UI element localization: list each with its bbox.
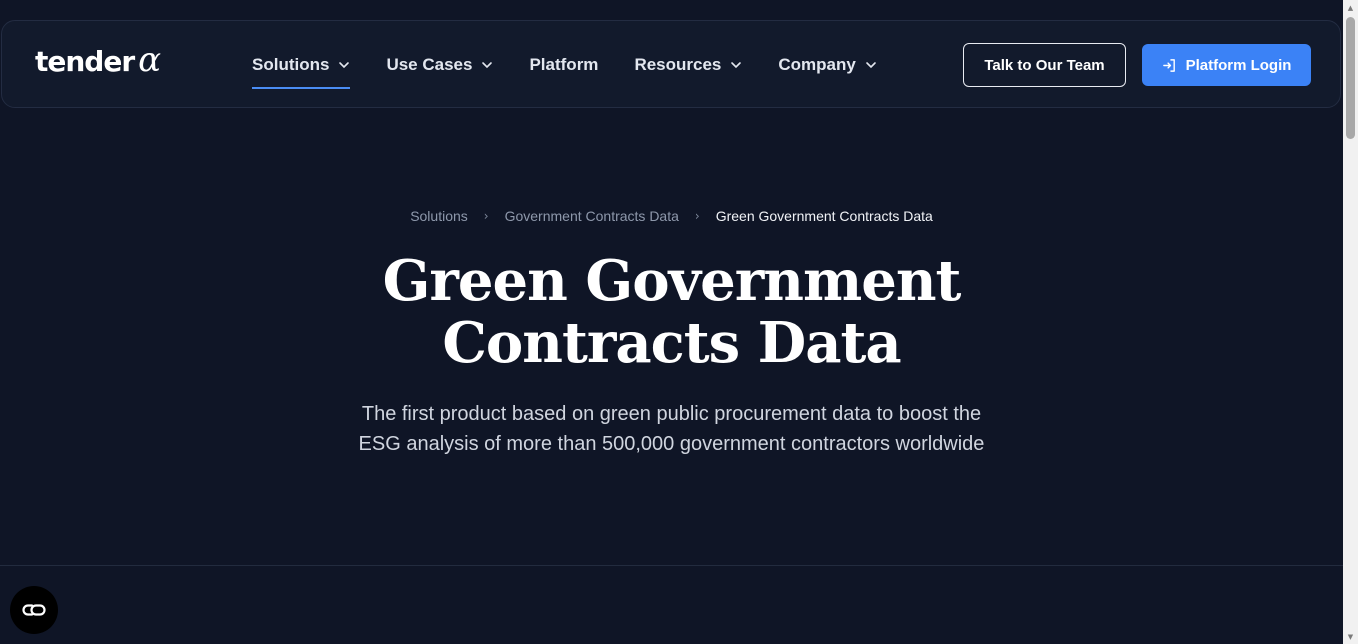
chevron-right-icon: › — [483, 209, 489, 223]
chevron-right-icon: › — [694, 209, 700, 223]
login-arrow-icon — [1162, 58, 1175, 72]
breadcrumb-item-government-contracts[interactable]: Government Contracts Data — [505, 208, 679, 224]
nav-item-company[interactable]: Company — [778, 21, 876, 109]
section-divider — [0, 565, 1343, 566]
nav-item-label: Solutions — [252, 55, 330, 74]
scroll-up-arrow-icon[interactable]: ▲ — [1343, 0, 1358, 15]
page-title: Green Government Contracts Data — [0, 250, 1343, 374]
top-navbar: tender α Solutions Use Cases Platform Re… — [1, 20, 1341, 108]
chevron-down-icon — [866, 62, 876, 69]
breadcrumb-current: Green Government Contracts Data — [715, 208, 933, 224]
page-title-line-2: Contracts Data — [442, 310, 901, 376]
chevron-down-icon — [339, 62, 350, 69]
nav-item-resources[interactable]: Resources — [634, 21, 742, 109]
nav-item-label: Resources — [634, 55, 722, 74]
scrollbar-thumb[interactable] — [1346, 17, 1355, 139]
nav-item-label: Use Cases — [386, 55, 473, 74]
nav-item-platform[interactable]: Platform — [529, 21, 598, 109]
page-subtitle-line-1: The first product based on green public … — [361, 403, 982, 425]
main-nav: Solutions Use Cases Platform Resources C… — [252, 21, 913, 109]
tender-alpha-logo[interactable]: tender α — [35, 43, 161, 78]
platform-login-label: Platform Login — [1185, 56, 1292, 74]
page: tender α Solutions Use Cases Platform Re… — [0, 0, 1343, 644]
chat-widget-button[interactable] — [10, 586, 58, 634]
page-title-line-1: Green Government — [382, 248, 962, 314]
logo-alpha-symbol: α — [138, 40, 162, 80]
scroll-down-arrow-icon[interactable]: ▼ — [1343, 629, 1358, 644]
talk-to-team-button[interactable]: Talk to Our Team — [963, 43, 1126, 87]
nav-item-label: Platform — [529, 55, 599, 74]
chevron-down-icon — [731, 62, 742, 69]
nav-item-label: Company — [778, 55, 856, 74]
chat-widget-icon — [22, 604, 46, 616]
vertical-scrollbar[interactable]: ▲ ▼ — [1343, 0, 1358, 644]
logo-wordmark: tender — [35, 45, 135, 78]
platform-login-button[interactable]: Platform Login — [1142, 44, 1311, 86]
nav-item-use-cases[interactable]: Use Cases — [386, 21, 493, 109]
breadcrumb: Solutions › Government Contracts Data › … — [0, 208, 1343, 224]
page-subtitle: The first product based on green public … — [0, 399, 1343, 459]
chevron-down-icon — [482, 62, 493, 69]
page-subtitle-line-2: ESG analysis of more than 500,000 govern… — [358, 433, 985, 455]
breadcrumb-item-solutions[interactable]: Solutions — [410, 208, 468, 224]
nav-item-solutions[interactable]: Solutions — [252, 21, 351, 109]
